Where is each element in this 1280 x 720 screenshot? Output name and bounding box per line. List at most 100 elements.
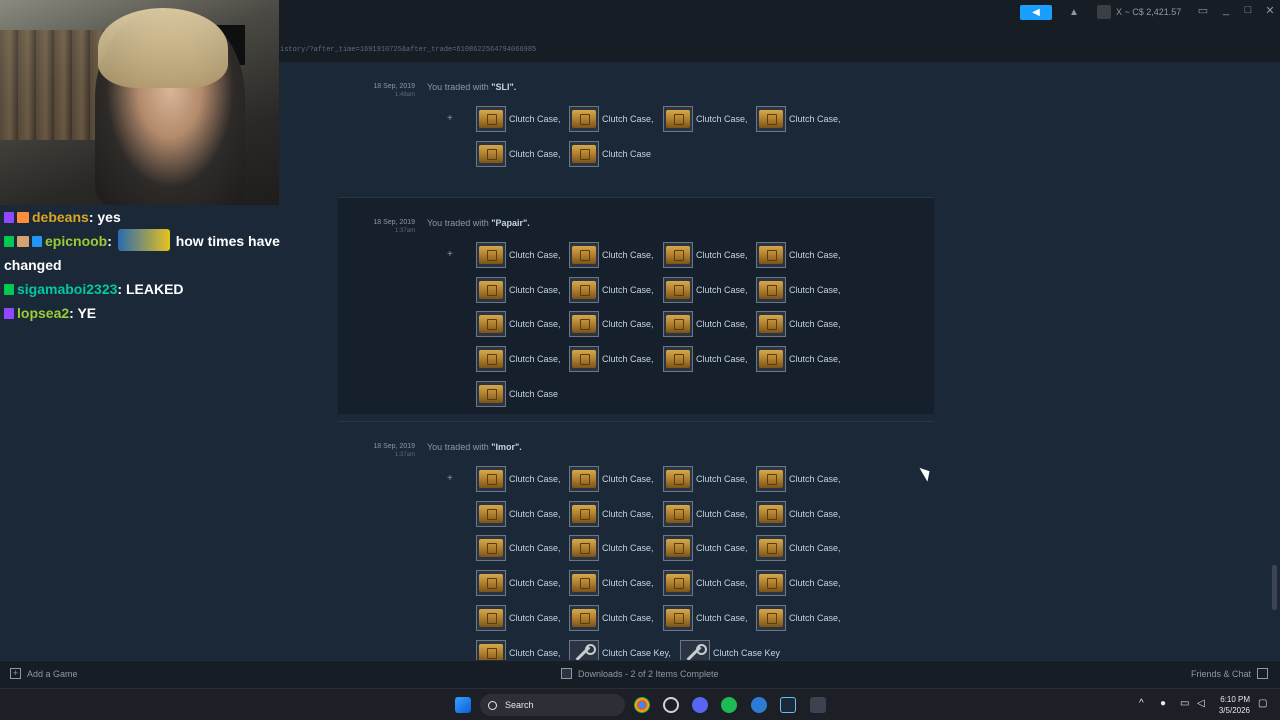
item-clutch-case[interactable]: Clutch Case,	[756, 346, 841, 373]
item-clutch-case[interactable]: Clutch Case,	[569, 500, 654, 527]
trade-partner[interactable]: "SLI".	[491, 82, 516, 92]
download-icon	[561, 668, 572, 679]
item-clutch-case-key[interactable]: Clutch Case Key	[680, 639, 780, 660]
trade-time: 1:37am	[394, 228, 415, 234]
item-clutch-case[interactable]: Clutch Case	[476, 380, 558, 407]
account-wallet-label[interactable]: X ~ C$ 2,421.57	[1116, 7, 1181, 17]
announcement-button[interactable]: ◀	[1020, 5, 1052, 20]
item-clutch-case[interactable]: Clutch Case,	[569, 276, 654, 303]
item-clutch-case[interactable]: Clutch Case,	[663, 242, 748, 268]
trade-date: 18 Sep, 2019	[373, 219, 415, 226]
trade-partner[interactable]: "Papair".	[491, 218, 530, 228]
item-clutch-case[interactable]: Clutch Case,	[476, 140, 561, 167]
right-background	[934, 0, 1280, 660]
item-clutch-case[interactable]: Clutch Case,	[569, 604, 654, 631]
trade-entry: 18 Sep, 2019 1:37am You traded with "Papai…	[338, 198, 934, 414]
close-button[interactable]: ✕	[1262, 4, 1278, 17]
maximize-button[interactable]: □	[1240, 4, 1256, 16]
friends-chat-button[interactable]: Friends & Chat	[1191, 668, 1268, 679]
item-clutch-case[interactable]: Clutch Case,	[663, 276, 748, 303]
crate-graphic	[759, 574, 783, 593]
case-icon	[476, 466, 506, 492]
item-label: Clutch Case,	[696, 354, 748, 365]
crate-graphic	[759, 280, 783, 299]
monitor-icon[interactable]: ▭	[1195, 4, 1211, 17]
item-clutch-case[interactable]: Clutch Case,	[663, 570, 748, 597]
discord-icon[interactable]	[692, 697, 708, 713]
item-label: Clutch Case,	[789, 578, 841, 589]
scrollbar[interactable]	[1272, 565, 1277, 610]
microphone-icon[interactable]: ●	[1160, 698, 1166, 709]
item-clutch-case[interactable]: Clutch Case,	[476, 466, 561, 492]
item-clutch-case[interactable]: Clutch Case,	[756, 276, 841, 303]
item-clutch-case[interactable]: Clutch Case	[569, 140, 651, 167]
item-clutch-case[interactable]: Clutch Case,	[663, 311, 748, 338]
item-clutch-case[interactable]: Clutch Case,	[756, 106, 841, 132]
item-clutch-case[interactable]: Clutch Case,	[756, 500, 841, 527]
item-clutch-case[interactable]: Clutch Case,	[476, 570, 561, 597]
item-clutch-case[interactable]: Clutch Case,	[756, 535, 841, 562]
item-clutch-case[interactable]: Clutch Case,	[663, 346, 748, 373]
taskbar-search[interactable]: Search	[480, 694, 625, 716]
item-clutch-case[interactable]: Clutch Case,	[476, 346, 561, 373]
windows-start-icon[interactable]	[455, 697, 471, 713]
item-clutch-case[interactable]: Clutch Case,	[476, 500, 561, 527]
clock[interactable]: 6:10 PM 3/5/2026	[1219, 694, 1250, 716]
minimize-button[interactable]: _	[1218, 4, 1234, 16]
downloads-button[interactable]: Downloads - 2 of 2 Items Complete	[561, 668, 719, 679]
case-icon	[663, 604, 693, 631]
item-clutch-case[interactable]: Clutch Case,	[476, 535, 561, 562]
item-label: Clutch Case,	[602, 250, 654, 260]
item-clutch-case[interactable]: Clutch Case,	[569, 311, 654, 338]
steam-bottombar: + Add a Game Downloads - 2 of 2 Items Co…	[0, 660, 1280, 688]
item-clutch-case[interactable]: Clutch Case,	[476, 604, 561, 631]
bell-icon[interactable]: ▲	[1066, 5, 1082, 20]
url-bar[interactable]: istory/?after_time=1691910725&after_trad…	[280, 46, 536, 54]
app-icon[interactable]	[810, 697, 826, 713]
volume-icon[interactable]: ◁	[1197, 698, 1205, 709]
avatar[interactable]	[1097, 5, 1111, 19]
crate-graphic	[479, 574, 503, 593]
item-clutch-case[interactable]: Clutch Case,	[663, 535, 748, 562]
item-clutch-case-key[interactable]: Clutch Case Key,	[569, 639, 671, 660]
item-clutch-case[interactable]: Clutch Case,	[756, 570, 841, 597]
add-game-button[interactable]: + Add a Game	[10, 668, 78, 679]
case-icon	[663, 276, 693, 303]
item-clutch-case[interactable]: Clutch Case,	[663, 106, 748, 132]
trade-partner[interactable]: "Imor".	[491, 442, 522, 452]
item-label: Clutch Case,	[696, 474, 748, 484]
item-clutch-case[interactable]: Clutch Case,	[569, 106, 654, 132]
item-label: Clutch Case,	[789, 543, 841, 554]
item-clutch-case[interactable]: Clutch Case,	[569, 570, 654, 597]
crate-graphic	[572, 280, 596, 299]
steam-icon[interactable]	[780, 697, 796, 713]
item-clutch-case[interactable]: Clutch Case,	[476, 242, 561, 268]
chevron-up-icon[interactable]: ^	[1139, 698, 1144, 709]
shelf-background	[0, 30, 110, 140]
chat-message: lopsea2: YE	[4, 301, 334, 325]
plus-icon: +	[10, 668, 21, 679]
chrome-icon[interactable]	[634, 697, 650, 713]
spotify-icon[interactable]	[721, 697, 737, 713]
item-clutch-case[interactable]: Clutch Case,	[756, 466, 841, 492]
item-clutch-case[interactable]: Clutch Case,	[476, 276, 561, 303]
item-clutch-case[interactable]: Clutch Case,	[569, 242, 654, 268]
obs-icon[interactable]	[663, 697, 679, 713]
item-clutch-case[interactable]: Clutch Case,	[476, 106, 561, 132]
item-clutch-case[interactable]: Clutch Case,	[569, 466, 654, 492]
item-clutch-case[interactable]: Clutch Case,	[476, 639, 561, 660]
item-clutch-case[interactable]: Clutch Case,	[663, 604, 748, 631]
item-clutch-case[interactable]: Clutch Case,	[756, 311, 841, 338]
item-clutch-case[interactable]: Clutch Case,	[569, 535, 654, 562]
item-clutch-case[interactable]: Clutch Case,	[663, 466, 748, 492]
chat-text: YE	[77, 305, 97, 321]
friends-chat-label: Friends & Chat	[1190, 668, 1251, 679]
item-clutch-case[interactable]: Clutch Case,	[476, 311, 561, 338]
item-clutch-case[interactable]: Clutch Case,	[663, 500, 748, 527]
item-clutch-case[interactable]: Clutch Case,	[756, 242, 841, 268]
messenger-icon[interactable]	[751, 697, 767, 713]
notification-icon[interactable]: ▢	[1258, 698, 1267, 709]
item-clutch-case[interactable]: Clutch Case,	[569, 346, 654, 373]
network-icon[interactable]: ▭	[1180, 698, 1189, 709]
item-clutch-case[interactable]: Clutch Case,	[756, 604, 841, 631]
